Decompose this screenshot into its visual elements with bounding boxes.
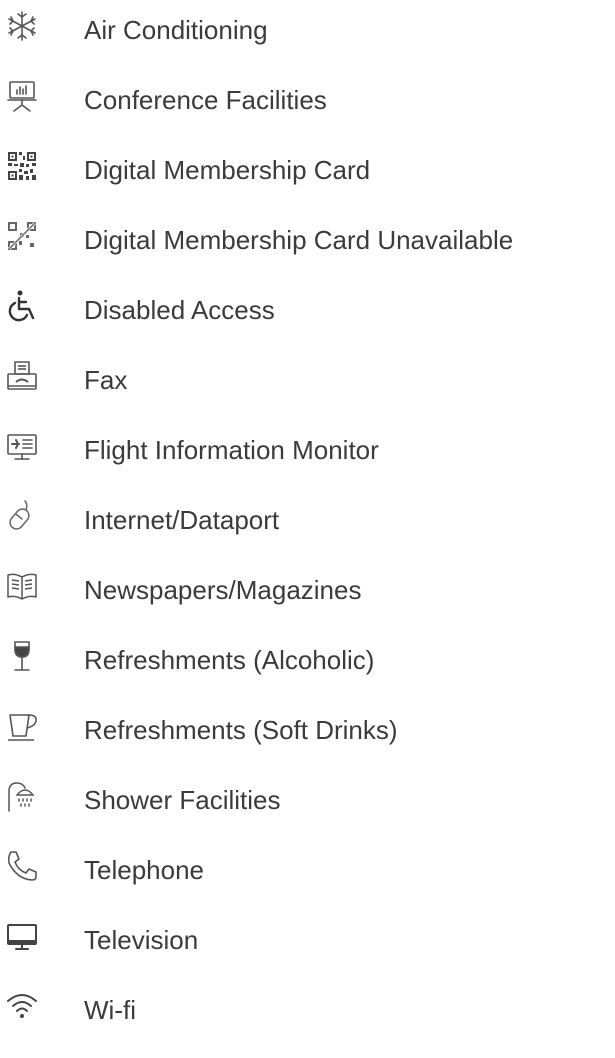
legend-item-fax: Fax xyxy=(0,350,615,410)
legend-item-disabled-access: Disabled Access xyxy=(0,280,615,340)
presentation-board-icon xyxy=(4,78,40,114)
legend-item-label: Telephone xyxy=(84,855,204,885)
legend-item-label: Newspapers/Magazines xyxy=(84,575,362,605)
legend-item-label: Refreshments (Soft Drinks) xyxy=(84,715,398,745)
wine-glass-icon xyxy=(4,638,40,674)
snowflake-icon xyxy=(4,8,40,44)
flight-monitor-icon xyxy=(4,428,40,464)
television-icon xyxy=(4,918,40,954)
open-book-icon xyxy=(4,568,40,604)
legend-item-digital-membership-card: Digital Membership Card xyxy=(0,140,615,200)
legend-item-label: Digital Membership Card xyxy=(84,155,371,185)
legend-item-label: Television xyxy=(84,925,199,955)
legend-item-television: Television xyxy=(0,910,615,970)
legend-item-conference-facilities: Conference Facilities xyxy=(0,70,615,130)
legend-item-label: Internet/Dataport xyxy=(84,505,280,535)
legend-item-flight-information-monitor: Flight Information Monitor xyxy=(0,420,615,480)
shower-icon xyxy=(4,778,40,814)
legend-item-digital-membership-card-unavailable: Digital Membership Card Unavailable xyxy=(0,210,615,270)
legend-item-label: Air Conditioning xyxy=(84,15,268,45)
legend-item-label: Flight Information Monitor xyxy=(84,435,379,465)
legend-item-refreshments-soft-drinks: Refreshments (Soft Drinks) xyxy=(0,700,615,760)
qr-code-unavailable-icon xyxy=(4,218,40,254)
legend-item-air-conditioning: Air Conditioning xyxy=(0,0,615,60)
legend-item-telephone: Telephone xyxy=(0,840,615,900)
legend-item-shower-facilities: Shower Facilities xyxy=(0,770,615,830)
legend-item-label: Fax xyxy=(84,365,128,395)
legend-item-wi-fi: Wi-fi xyxy=(0,980,615,1040)
legend-item-label: Shower Facilities xyxy=(84,785,281,815)
legend-item-label: Refreshments (Alcoholic) xyxy=(84,645,375,675)
wheelchair-icon xyxy=(4,288,40,324)
amenities-legend: Air Conditioning Conference Facilities D… xyxy=(0,0,615,1058)
legend-item-internet-dataport: Internet/Dataport xyxy=(0,490,615,550)
legend-item-refreshments-alcoholic: Refreshments (Alcoholic) xyxy=(0,630,615,690)
mouse-icon xyxy=(4,498,40,534)
telephone-icon xyxy=(4,848,40,884)
fax-machine-icon xyxy=(4,358,40,394)
cup-icon xyxy=(4,708,40,744)
legend-item-newspapers-magazines: Newspapers/Magazines xyxy=(0,560,615,620)
wifi-icon xyxy=(4,988,40,1024)
legend-item-label: Wi-fi xyxy=(84,995,136,1025)
legend-item-label: Disabled Access xyxy=(84,295,275,325)
legend-item-label: Conference Facilities xyxy=(84,85,327,115)
qr-code-icon xyxy=(4,148,40,184)
legend-item-label: Digital Membership Card Unavailable xyxy=(84,225,514,255)
